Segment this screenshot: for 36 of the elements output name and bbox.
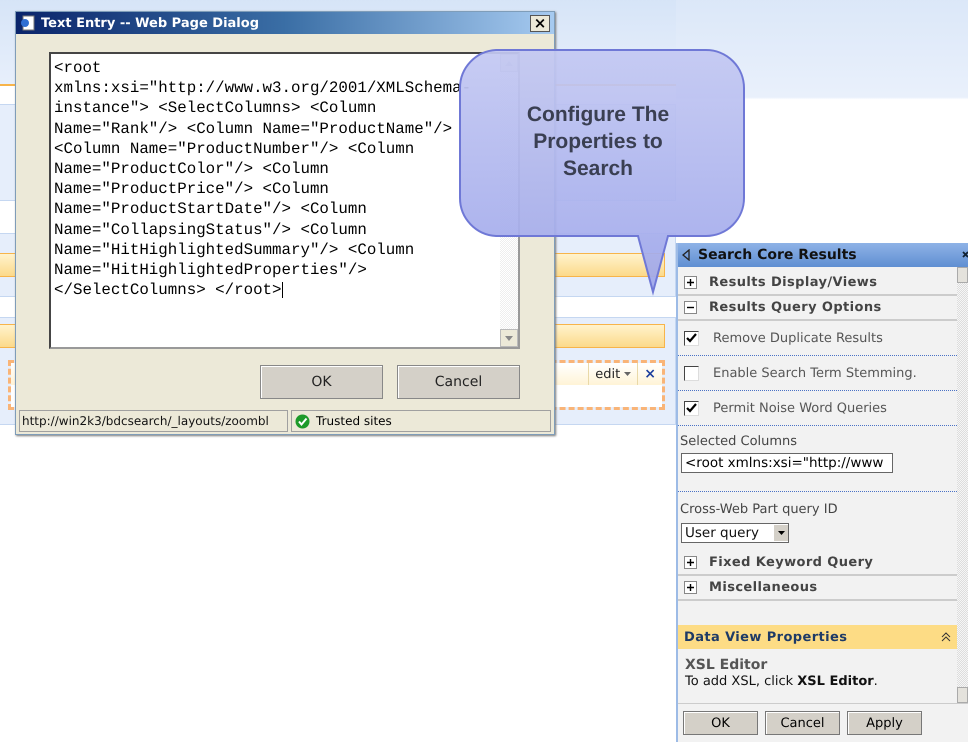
- cancel-button[interactable]: Cancel: [397, 365, 520, 399]
- close-icon[interactable]: [962, 250, 968, 260]
- scroll-bar[interactable]: [957, 267, 968, 703]
- setting-heading: XSL Editor: [684, 656, 768, 673]
- checkbox[interactable]: [684, 400, 699, 416]
- security-zone: Trusted sites: [316, 414, 392, 428]
- window-title: Text Entry -- Web Page Dialog: [41, 16, 260, 30]
- field-label: Cross-Web Part query ID: [679, 501, 839, 519]
- check-icon: [295, 414, 310, 428]
- dropdown[interactable]: User query: [681, 523, 789, 543]
- close-button[interactable]: ×: [530, 14, 550, 32]
- group-header[interactable]: Data View Properties: [678, 625, 957, 649]
- ok-button[interactable]: OK: [260, 365, 383, 399]
- page-icon: [20, 15, 36, 31]
- checkbox-label: Permit Noise Word Queries: [713, 400, 887, 416]
- input-field[interactable]: <root xmlns:xsi="http://www: [681, 453, 893, 473]
- caret-icon: [624, 372, 632, 376]
- section-header[interactable]: Results Display/Views: [678, 271, 957, 296]
- apply-button[interactable]: Apply: [847, 711, 922, 735]
- pane-title: Search Core Results: [698, 247, 858, 263]
- field-label: Selected Columns: [679, 433, 798, 451]
- checkbox-label: Enable Search Term Stemming.: [713, 366, 917, 380]
- status-url: http://win2k3/bdcsearch/_layouts/zoombl: [19, 410, 288, 432]
- section-header[interactable]: Miscellaneous: [678, 576, 957, 601]
- text-area[interactable]: [49, 52, 520, 349]
- section-header[interactable]: Fixed Keyword Query: [678, 551, 957, 576]
- callout-text: Configure The Properties to Search: [526, 102, 670, 182]
- checkbox[interactable]: [684, 330, 699, 346]
- cancel-button[interactable]: Cancel: [765, 711, 840, 735]
- section-header[interactable]: Results Query Options: [678, 296, 957, 321]
- close-button[interactable]: ×: [638, 363, 662, 385]
- setting-description: To add XSL, click XSL Editor.: [684, 673, 879, 689]
- checkbox[interactable]: [684, 366, 699, 380]
- ok-button[interactable]: OK: [683, 711, 758, 735]
- checkbox-label: Remove Duplicate Results: [713, 330, 883, 346]
- back-arrow-icon[interactable]: [682, 249, 690, 261]
